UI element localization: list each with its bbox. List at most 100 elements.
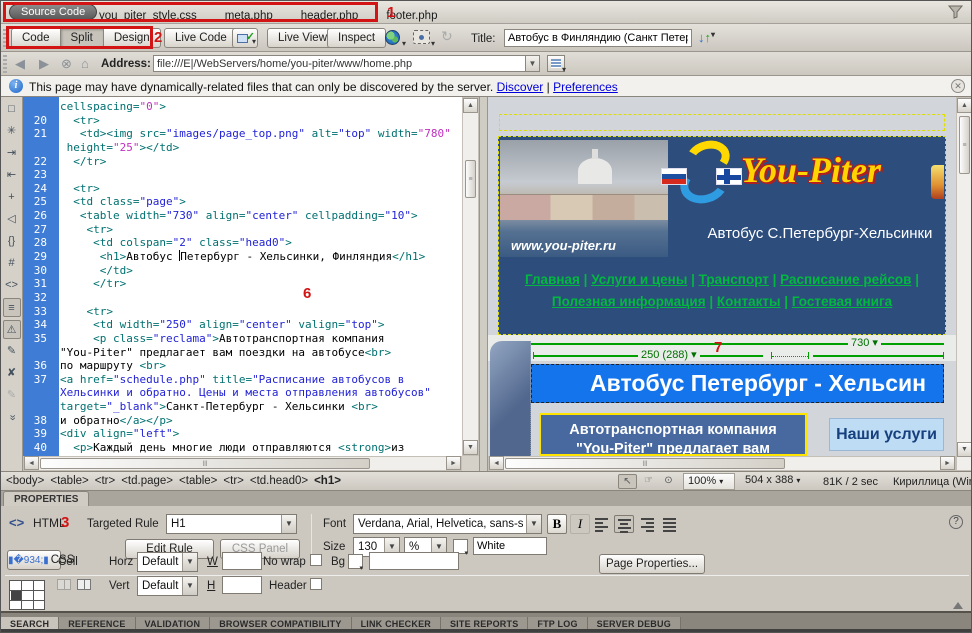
line-numbers-icon[interactable]: # bbox=[3, 254, 21, 273]
source-code-button[interactable]: Source Code bbox=[9, 4, 97, 20]
scrollbar-thumb[interactable]: lll bbox=[505, 458, 785, 469]
scroll-down-icon[interactable]: ▼ bbox=[463, 440, 478, 455]
scroll-down-icon[interactable]: ▼ bbox=[957, 442, 972, 457]
design-vertical-scrollbar[interactable]: ▲ ≡ ▼ bbox=[956, 97, 972, 471]
visual-aids-icon[interactable] bbox=[413, 30, 430, 44]
code-lines[interactable]: cellspacing="0">20 <tr>21 <td><img src="… bbox=[23, 100, 462, 455]
code-line[interactable]: 38и обратно</a></p> bbox=[23, 414, 462, 428]
code-line[interactable]: cellspacing="0"> bbox=[23, 100, 462, 114]
split-cell-icon[interactable] bbox=[77, 579, 91, 590]
horz-align-combo[interactable]: Default▼ bbox=[137, 552, 198, 572]
design-right-cell[interactable]: Наши услуги bbox=[829, 418, 944, 451]
home-icon[interactable]: ⌂ bbox=[81, 56, 89, 71]
page-properties-button[interactable]: Page Properties... bbox=[599, 554, 705, 574]
properties-tab[interactable]: PROPERTIES bbox=[3, 491, 89, 506]
select-tool-icon[interactable]: ↖ bbox=[618, 474, 637, 489]
collapse-panel-icon[interactable] bbox=[953, 602, 963, 609]
code-line[interactable]: 35 <p class="reclama">Автотранспортная к… bbox=[23, 332, 462, 346]
live-code-button[interactable]: Live Code bbox=[164, 28, 238, 48]
tag-selector-item[interactable]: <table> bbox=[50, 475, 88, 487]
word-wrap-icon[interactable]: ≡ bbox=[3, 298, 21, 317]
column-width-line-right[interactable] bbox=[813, 355, 943, 357]
cell-width-input[interactable] bbox=[222, 552, 262, 570]
syntax-error-alerts-icon[interactable]: ⚠ bbox=[3, 320, 21, 339]
merge-cells-icon[interactable] bbox=[57, 579, 71, 590]
refresh-icon[interactable]: ↻ bbox=[441, 28, 453, 45]
design-view[interactable]: You-Piter Автобус С.Петербург-Хельсинки … bbox=[488, 97, 956, 471]
code-line[interactable]: 24 <tr> bbox=[23, 182, 462, 196]
design-table-row-outline[interactable] bbox=[499, 114, 945, 131]
apply-comment-icon[interactable]: ✎ bbox=[3, 342, 21, 361]
toolbar-grip[interactable] bbox=[3, 55, 7, 73]
close-icon[interactable]: ✕ bbox=[951, 79, 965, 93]
bold-button[interactable]: B bbox=[547, 514, 567, 534]
code-line[interactable]: 26 <table width="730" align="center" cel… bbox=[23, 209, 462, 223]
preferences-link[interactable]: Preferences bbox=[553, 80, 618, 94]
code-line[interactable]: 23 bbox=[23, 168, 462, 182]
expand-all-icon[interactable]: + bbox=[3, 188, 21, 207]
code-line[interactable]: 28 <td colspan="2" class="head0"> bbox=[23, 236, 462, 250]
remove-comment-icon[interactable]: ✘ bbox=[3, 364, 21, 383]
code-line[interactable]: 25 <td class="page"> bbox=[23, 195, 462, 209]
open-documents-icon[interactable]: □ bbox=[3, 100, 21, 119]
vert-align-combo[interactable]: Default▼ bbox=[137, 576, 198, 596]
discover-link[interactable]: Discover bbox=[497, 80, 544, 94]
code-line[interactable]: 33 <tr> bbox=[23, 305, 462, 319]
font-combo[interactable]: Verdana, Arial, Helvetica, sans-serif▼ bbox=[353, 514, 542, 534]
table-width-label-730[interactable]: 730 ▾ bbox=[848, 337, 881, 349]
more-icon[interactable]: » bbox=[2, 409, 21, 427]
zoom-tool-icon[interactable]: ⊙ bbox=[659, 474, 678, 489]
scroll-right-icon[interactable]: ► bbox=[940, 456, 955, 470]
code-line[interactable]: Хельсинки и обратно. Цены и места отправ… bbox=[23, 386, 462, 400]
code-line[interactable]: 37<a href="schedule.php" title="Расписан… bbox=[23, 373, 462, 387]
tag-selector-item[interactable]: <h1> bbox=[314, 475, 341, 487]
back-icon[interactable]: ◀ bbox=[15, 56, 25, 72]
table-width-line-730[interactable] bbox=[526, 343, 944, 345]
code-line[interactable]: 27 <tr> bbox=[23, 223, 462, 237]
align-justify-button[interactable] bbox=[659, 515, 679, 533]
balance-braces-icon[interactable]: {} bbox=[3, 232, 21, 251]
bg-color-input[interactable] bbox=[369, 552, 459, 570]
code-line[interactable]: 34 <td width="250" align="center" valign… bbox=[23, 318, 462, 332]
align-right-button[interactable] bbox=[637, 515, 657, 533]
scroll-left-icon[interactable]: ◄ bbox=[24, 456, 39, 470]
design-site-banner[interactable]: You-Piter Автобус С.Петербург-Хельсинки … bbox=[498, 136, 946, 335]
highlight-invalid-code-icon[interactable]: <> bbox=[3, 276, 21, 295]
related-file-tab[interactable]: meta.php bbox=[225, 10, 273, 22]
hand-tool-icon[interactable]: ☞ bbox=[639, 474, 658, 489]
css-mode-button[interactable]: ▮�934;▮CSS bbox=[7, 550, 61, 570]
code-line[interactable]: 32 bbox=[23, 291, 462, 305]
code-navigator-icon[interactable]: ✳ bbox=[3, 122, 21, 141]
view-button-design[interactable]: Design bbox=[103, 28, 161, 48]
code-line[interactable]: 40 <p>Каждый день многие люди отправляют… bbox=[23, 441, 462, 455]
inspect-button[interactable]: Inspect bbox=[327, 28, 386, 48]
format-source-code-icon[interactable]: ✎ bbox=[3, 386, 21, 405]
scroll-right-icon[interactable]: ► bbox=[446, 456, 461, 470]
zoom-level-combo[interactable]: 100% ▾ bbox=[683, 473, 735, 490]
bg-color-swatch[interactable] bbox=[348, 554, 363, 569]
scrollbar-thumb[interactable]: ≡ bbox=[465, 160, 476, 198]
italic-button[interactable]: I bbox=[570, 514, 590, 534]
no-wrap-checkbox[interactable] bbox=[310, 554, 322, 566]
code-horizontal-scrollbar[interactable]: ◄ lll ► bbox=[23, 456, 462, 471]
code-line[interactable]: 22 </tr> bbox=[23, 155, 462, 169]
related-file-tab[interactable]: header.php bbox=[301, 10, 359, 22]
window-size-combo[interactable]: 504 x 388 ▾ bbox=[741, 473, 813, 490]
code-line[interactable]: 29 <h1>Автобус Петербург - Хельсинки, Фи… bbox=[23, 250, 462, 264]
split-view-divider[interactable] bbox=[479, 97, 488, 471]
toolbar-grip[interactable] bbox=[3, 29, 7, 47]
tag-selector-item[interactable]: <body> bbox=[6, 475, 44, 487]
text-color-input[interactable] bbox=[473, 537, 547, 555]
scrollbar-thumb[interactable]: ≡ bbox=[959, 116, 970, 174]
file-list-icon[interactable]: ▾ bbox=[547, 55, 565, 72]
dropdown-arrow-icon[interactable]: ▾ bbox=[431, 39, 435, 48]
code-line[interactable]: 39<div align="left"> bbox=[23, 427, 462, 441]
help-icon[interactable]: ? bbox=[949, 515, 963, 529]
preview-in-browser-icon[interactable] bbox=[385, 30, 400, 45]
collapse-full-tag-icon[interactable]: ⇥ bbox=[3, 144, 21, 163]
address-input[interactable] bbox=[153, 55, 525, 72]
design-nav-link[interactable]: Услуги и цены bbox=[591, 272, 687, 287]
scrollbar-thumb[interactable]: lll bbox=[40, 458, 370, 469]
collapse-selection-icon[interactable]: ⇤ bbox=[3, 166, 21, 185]
design-nav-link[interactable]: Контакты bbox=[717, 294, 781, 309]
